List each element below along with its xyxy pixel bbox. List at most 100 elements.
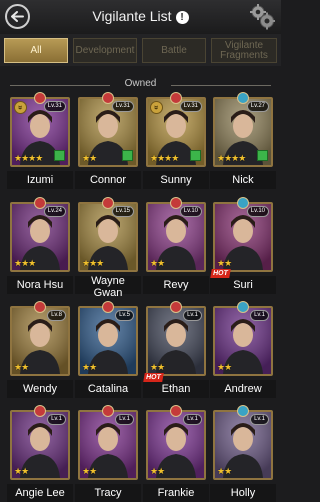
vigilante-card[interactable]: » Lv.31 ★★★★ [146,97,206,167]
rank-chevron-icon: » [14,101,27,114]
tab-battle[interactable]: Battle [142,38,206,63]
vigilante-name: Nick [232,174,254,186]
level-badge: Lv.31 [179,101,202,112]
star-rating: ★★★★ [14,153,43,163]
vigilante-name: Sunny [160,174,192,186]
faction-gem-icon [102,197,114,209]
owned-section-header: Owned [0,78,281,92]
vigilante-name: Tracy [94,487,122,499]
faction-gem-icon [34,197,46,209]
upgrade-available-icon [122,150,133,161]
page-title: Vigilante List! [0,8,281,24]
vigilante-card[interactable]: Lv.24 ★★★ [10,202,70,272]
faction-gem-icon [34,301,46,313]
faction-gem-icon [102,405,114,417]
level-badge: Lv.1 [47,414,66,425]
vigilante-card[interactable]: Lv.1 ★★ [78,410,138,480]
level-badge: Lv.10 [179,206,202,217]
settings-gear-icon[interactable] [249,3,275,30]
level-badge: Lv.15 [111,206,134,217]
divider-left [10,85,110,86]
level-badge: Lv.5 [115,310,134,321]
faction-gem-icon [170,301,182,313]
vigilante-name: Revy [163,279,189,291]
level-badge: Lv.31 [43,101,66,112]
vigilante-card[interactable]: Lv.1 ★★ [146,306,206,376]
vigilante-name: Catalina [87,383,129,395]
level-badge: Lv.1 [250,414,269,425]
vigilante-card[interactable]: Lv.15 ★★★ [78,202,138,272]
level-badge: Lv.1 [115,414,134,425]
vigilante-name: Holly [230,487,256,499]
vigilante-name: Wendy [22,383,58,395]
star-rating: ★★★★ [217,153,246,163]
vigilante-card[interactable]: Lv.10 ★★ [146,202,206,272]
upgrade-available-icon [190,150,201,161]
level-badge: Lv.24 [43,206,66,217]
divider-right [171,85,271,86]
faction-gem-icon [34,92,46,104]
vigilante-card[interactable]: Lv.5 ★★ [78,306,138,376]
hot-badge: HOT [210,269,231,278]
level-badge: Lv.10 [246,206,269,217]
star-rating: ★★ [217,362,232,372]
page-title-text: Vigilante List [92,8,172,24]
faction-gem-icon [102,92,114,104]
vigilante-card[interactable]: » Lv.31 ★★★★ [10,97,70,167]
filter-tabs: All Development Battle Vigilante Fragmen… [0,34,281,66]
vigilante-name: Nora Hsu [16,279,64,291]
level-badge: Lv.1 [183,310,202,321]
vigilante-card[interactable]: Lv.31 ★★ [78,97,138,167]
vigilante-card[interactable]: Lv.1 ★★ [213,306,273,376]
faction-gem-icon [102,301,114,313]
vigilante-card[interactable]: Lv.10 ★★ [213,202,273,272]
vigilante-card[interactable]: Lv.1 ★★ [213,410,273,480]
vigilante-card[interactable]: Lv.1 ★★ [146,410,206,480]
star-rating: ★★ [217,258,232,268]
vigilante-card[interactable]: Lv.27 ★★★★ [213,97,273,167]
hot-badge: HOT [143,373,164,382]
upgrade-available-icon [54,150,65,161]
faction-gem-icon [170,405,182,417]
vigilante-name: Frankie [157,487,195,499]
vigilante-name: Suri [233,279,253,291]
vigilante-name: Connor [89,174,127,186]
owned-label: Owned [124,78,157,89]
tab-all[interactable]: All [4,38,68,63]
vigilante-card[interactable]: Lv.1 ★★ [10,410,70,480]
star-rating: ★★ [150,362,165,372]
info-button[interactable]: ! [175,11,189,24]
faction-gem-icon [34,405,46,417]
vigilante-card[interactable]: Lv.8 ★★ [10,306,70,376]
vigilante-name: Andrew [224,383,262,395]
star-rating: ★★ [150,258,165,268]
star-rating: ★★★ [14,258,36,268]
upgrade-available-icon [257,150,268,161]
tab-vigilante-fragments[interactable]: Vigilante Fragments [211,38,277,63]
faction-gem-icon [170,92,182,104]
faction-gem-icon [237,92,249,104]
vigilante-name: Ethan [161,383,191,395]
vigilante-name: Izumi [26,174,54,186]
star-rating: ★★★★ [150,153,179,163]
vigilante-name: Wayne Gwan [91,275,125,299]
faction-gem-icon [237,301,249,313]
level-badge: Lv.1 [250,310,269,321]
star-rating: ★★ [14,466,29,476]
vigilante-name: Angie Lee [15,487,65,499]
star-rating: ★★ [14,362,29,372]
star-rating: ★★ [82,153,97,163]
faction-gem-icon [237,405,249,417]
level-badge: Lv.31 [111,101,134,112]
rank-chevron-icon: » [150,101,163,114]
faction-gem-icon [170,197,182,209]
faction-gem-icon [237,197,249,209]
level-badge: Lv.1 [183,414,202,425]
star-rating: ★★ [150,466,165,476]
level-badge: Lv.8 [47,310,66,321]
level-badge: Lv.27 [246,101,269,112]
top-bar: Vigilante List! [0,0,281,34]
tab-development[interactable]: Development [73,38,137,63]
star-rating: ★★ [82,466,97,476]
star-rating: ★★ [82,362,97,372]
